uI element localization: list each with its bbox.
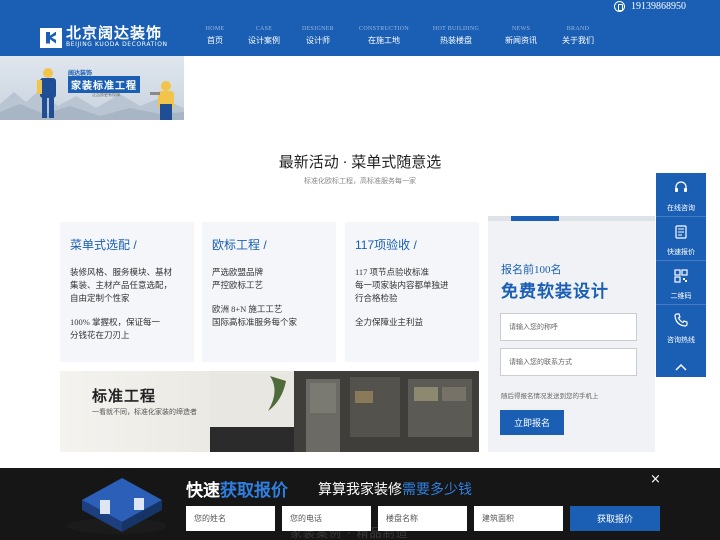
standard-subtitle: 一看就不同，标准化家装的缔造者 xyxy=(92,408,197,416)
card-line: 全力保障业主利益 xyxy=(355,317,424,327)
get-quote-button[interactable]: 获取报价 xyxy=(570,506,660,531)
nav-designer[interactable]: DESIGNER 设计师 xyxy=(288,24,348,48)
standard-title: 标准工程 xyxy=(92,387,157,405)
card-title: 菜单式选配 / xyxy=(70,238,137,252)
signup-phone-input[interactable] xyxy=(500,348,637,376)
logo-cn: 北京阔达装饰 xyxy=(66,24,163,42)
float-online-consult[interactable]: 在线咨询 xyxy=(656,173,706,217)
signup-promo-title: 免费软装设计 xyxy=(501,282,609,301)
interior-photo xyxy=(210,371,479,452)
nav-hot-building[interactable]: HOT BUILDING 热装楼盘 xyxy=(420,24,492,48)
close-icon[interactable]: × xyxy=(650,473,661,486)
card-line: 117 项节点验收标准 xyxy=(355,267,430,277)
nav-case[interactable]: CASE 设计案例 xyxy=(240,24,288,48)
float-quick-quote[interactable]: 快速报价 xyxy=(656,217,706,261)
card-line: 100% 掌握权，保证每一 xyxy=(70,317,160,327)
bottom-title: 快速获取报价 xyxy=(186,481,288,501)
float-hotline[interactable]: 咨询热线 xyxy=(656,305,706,349)
card-line: 国际高标准服务每个家 xyxy=(212,317,298,327)
main-nav: HOME 首页 CASE 设计案例 DESIGNER 设计师 CONSTRUCT… xyxy=(190,24,606,48)
phone-icon xyxy=(674,313,688,327)
feature-card-euro[interactable]: 欧标工程 / 严选欧盟品牌 严控欧标工艺 欧洲 8+N 施工工艺 国际高标准服务… xyxy=(202,222,336,362)
card-line: 自由定制个性家 xyxy=(70,293,130,303)
card-title: 117项验收 / xyxy=(355,238,417,252)
signup-submit-button[interactable]: 立即报名 xyxy=(500,410,564,435)
qrcode-icon xyxy=(674,269,688,283)
card-line: 严控欧标工艺 xyxy=(212,280,264,290)
card-line: 每一项家装内容都单独进 xyxy=(355,280,449,290)
feature-card-inspection[interactable]: 117项验收 / 117 项节点验收标准 每一项家装内容都单独进 行合格检验 全… xyxy=(345,222,479,362)
section-title: 最新活动 · 菜单式随意选 xyxy=(278,155,442,171)
card-line: 装修风格、服务模块、基材 xyxy=(70,267,173,277)
logo[interactable]: 北京阔达装饰 BEIJING KUODA DECORATION xyxy=(40,26,168,49)
floating-contact-bar: 在线咨询 快速报价 二维码 咨询热线 xyxy=(656,173,706,377)
top-bar: 19139868950 xyxy=(0,0,720,16)
logo-en: BEIJING KUODA DECORATION xyxy=(66,41,168,48)
site-header: 北京阔达装饰 BEIJING KUODA DECORATION HOME 首页 … xyxy=(0,16,720,56)
bottom-phone-input[interactable] xyxy=(282,506,371,531)
quote-form-icon xyxy=(675,225,687,239)
house-illustration xyxy=(67,478,167,534)
card-line: 分钱花在刀刃上 xyxy=(70,330,130,340)
nav-home[interactable]: HOME 首页 xyxy=(190,24,240,48)
banner-title: 家装标准工程 xyxy=(68,76,140,93)
bottom-area-input[interactable] xyxy=(474,506,563,531)
headset-icon xyxy=(675,181,687,192)
signup-note: 随后得报名情况发送到您的手机上 xyxy=(501,393,599,400)
bottom-subtitle: 算算我家装修需要多少钱 xyxy=(318,482,472,498)
logo-mark-icon xyxy=(40,27,62,48)
worker-figure-left xyxy=(37,68,56,118)
card-title: 欧标工程 / xyxy=(212,238,267,252)
standard-project-banner[interactable]: 标准工程 一看就不同，标准化家装的缔造者 xyxy=(60,371,479,452)
nav-construction[interactable]: CONSTRUCTION 在施工地 xyxy=(348,24,420,48)
worker-figure-right xyxy=(150,81,174,120)
nav-brand[interactable]: BRAND 关于我们 xyxy=(550,24,606,48)
section-subtitle: 标准化欧标工程，高标准服务每一家 xyxy=(304,177,416,185)
float-qrcode[interactable]: 二维码 xyxy=(656,261,706,305)
signup-accent-tab xyxy=(511,216,559,221)
banner-subtitle: 让品质更有保障 xyxy=(92,92,120,97)
hotline-number: 19139868950 xyxy=(631,1,686,12)
chevron-up-icon[interactable] xyxy=(675,363,687,371)
nav-news[interactable]: NEWS 新闻资讯 xyxy=(492,24,550,48)
phone-icon xyxy=(614,1,625,12)
card-line: 行合格检验 xyxy=(355,293,398,303)
bottom-name-input[interactable] xyxy=(186,506,275,531)
signup-panel: 报名前100名 免费软装设计 随后得报名情况发送到您的手机上 立即报名 xyxy=(488,216,655,452)
hotline[interactable]: 19139868950 xyxy=(614,1,686,12)
card-line: 严选欧盟品牌 xyxy=(212,267,264,277)
feature-card-menu[interactable]: 菜单式选配 / 装修风格、服务模块、基材 集装、主材产品任意选配， 自由定制个性… xyxy=(60,222,194,362)
bottom-building-input[interactable] xyxy=(378,506,467,531)
card-line: 欧洲 8+N 施工工艺 xyxy=(212,304,283,314)
signup-name-input[interactable] xyxy=(500,313,637,341)
card-line: 集装、主材产品任意选配， xyxy=(70,280,173,290)
signup-promo-small: 报名前100名 xyxy=(501,264,562,276)
hero-banner[interactable]: 阔达装饰 家装标准工程 让品质更有保障 xyxy=(0,56,184,120)
